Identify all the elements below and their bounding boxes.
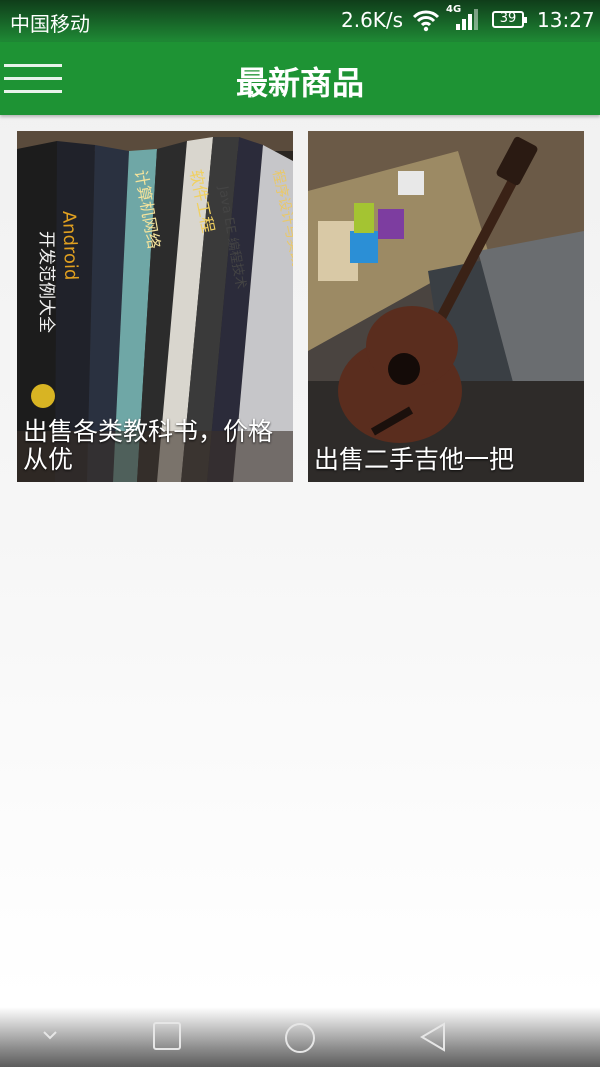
svg-text:开发范例大全: 开发范例大全 [36,231,56,333]
battery-level: 39 [499,11,517,26]
carrier-name: 中国移动 [10,12,90,36]
svg-text:Android: Android [58,210,81,280]
back-icon[interactable] [418,1021,448,1053]
status-bar: 中国移动 2.6K/s 4G 39 13:27 [0,0,600,42]
collapse-icon[interactable] [40,1029,60,1043]
network-speed: 2.6K/s [341,8,404,32]
product-image [308,131,584,482]
product-title: 出售二手吉他一把 [314,445,515,474]
product-card[interactable]: 出售二手吉他一把 [308,131,584,482]
product-card[interactable]: Android 开发范例大全 计算机网络 软件工程 Java EE 编程技术 程… [17,131,293,482]
clock: 13:27 [537,8,595,32]
signal-icon [456,9,478,30]
page-title: 最新商品 [235,64,364,102]
home-icon[interactable] [283,1021,317,1055]
product-title: 出售各类教科书，价格从优 [23,417,274,474]
battery-icon: 39 [492,11,527,28]
system-nav-bar [0,1007,600,1067]
recent-apps-icon[interactable] [152,1021,182,1051]
wifi-icon [412,10,440,32]
app-bar: 最新商品 [0,42,600,115]
